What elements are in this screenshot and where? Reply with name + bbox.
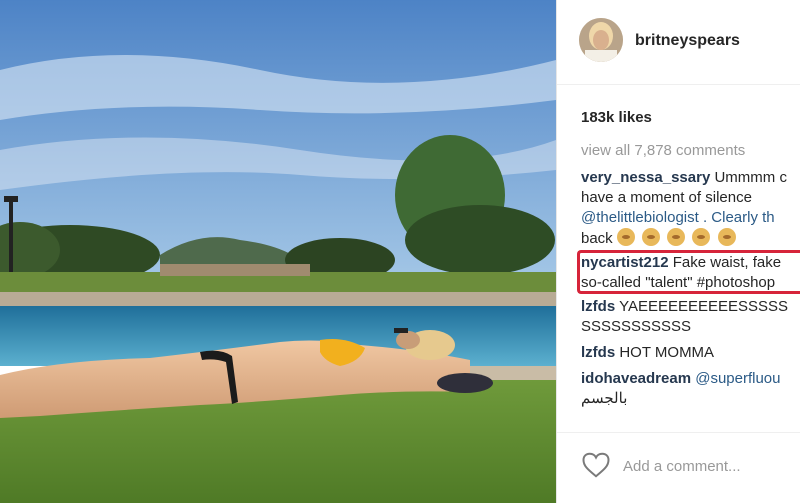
highlight-box [577,250,800,294]
comment-text: HOT MOMMA [619,344,715,361]
comment-text: YAEEEEEEEEEESSSSS [619,298,789,315]
comment-text-line: SSSSSSSSSSS [581,318,692,335]
crying-emoji-icon [616,228,635,246]
comment-text-line: back [581,228,800,249]
comment-username[interactable]: lzfds [581,344,615,361]
crying-emoji-icon [642,228,661,246]
comment-mention[interactable]: @superfluou [695,370,780,387]
username-link[interactable]: britneyspears [635,32,740,50]
post-footer: Add a comment... [557,432,800,504]
heart-icon[interactable] [581,451,611,479]
comment-item: lzfds YAEEEEEEEEEESSSSS [581,297,800,317]
view-all-comments-link[interactable]: view all 7,878 comments [581,142,745,159]
comment-item: very_nessa_ssary Ummmm c [581,168,800,188]
comment-text-line: have a moment of silence [581,189,752,206]
comment-username[interactable]: very_nessa_ssary [581,169,710,186]
post-sidebar: britneyspears 183k likes view all 7,878 … [556,0,800,503]
poolside-photo [0,0,556,503]
crying-emoji-icon [667,228,686,246]
crying-emoji-icon [717,228,736,246]
comment-item: lzfds HOT MOMMA [581,343,800,363]
crying-emoji-icon [692,228,711,246]
comment-username[interactable]: lzfds [581,298,615,315]
post-photo[interactable] [0,0,556,503]
comment-username[interactable]: idohaveadream [581,370,691,387]
likes-count[interactable]: 183k likes [581,109,652,126]
avatar[interactable] [579,18,623,62]
add-comment-input[interactable]: Add a comment... [623,458,741,475]
comment-text-line: بالجسم [581,390,628,407]
comment-item: idohaveadream @superfluou [581,369,800,389]
comment-text: Ummmm c [714,169,787,186]
post-header: britneyspears [557,0,800,85]
comment-mention[interactable]: @thelittlebiologist . Clearly th [581,208,800,228]
